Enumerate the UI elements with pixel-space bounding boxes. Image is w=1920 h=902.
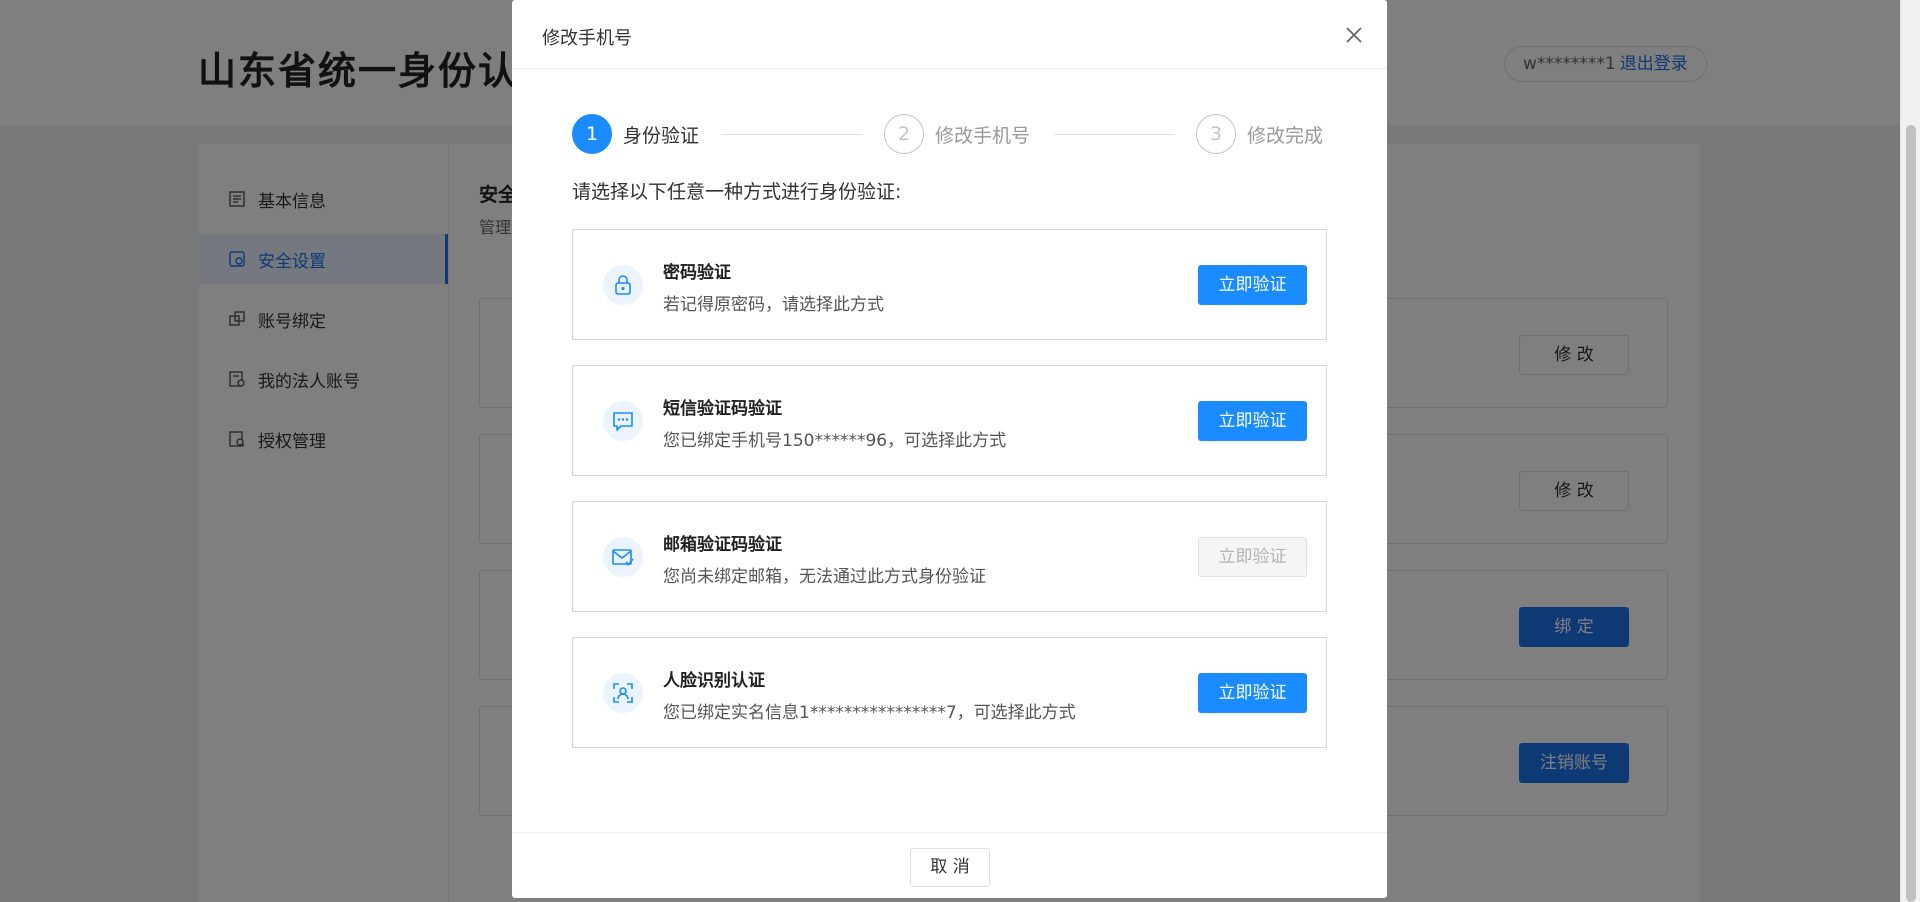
method-description: 您尚未绑定邮箱，无法通过此方式身份验证 — [663, 567, 986, 587]
step-number: 1 — [572, 114, 612, 154]
method-card-email: 邮箱验证码验证 您尚未绑定邮箱，无法通过此方式身份验证 立即验证 — [572, 501, 1327, 612]
step-1: 1 身份验证 — [572, 114, 699, 154]
cancel-button[interactable]: 取 消 — [910, 848, 990, 887]
mail-icon — [603, 537, 643, 577]
method-card-password: 密码验证 若记得原密码，请选择此方式 立即验证 — [572, 229, 1327, 340]
step-label: 身份验证 — [623, 124, 700, 147]
scrollbar-thumb[interactable] — [1906, 125, 1916, 902]
message-icon — [603, 401, 643, 441]
verify-prompt: 请选择以下任意一种方式进行身份验证: — [572, 181, 902, 203]
method-card-face: 人脸识别认证 您已绑定实名信息1****************7，可选择此方式… — [572, 637, 1327, 748]
verify-sms-button[interactable]: 立即验证 — [1198, 401, 1307, 441]
method-description: 若记得原密码，请选择此方式 — [663, 295, 884, 315]
step-number: 2 — [884, 114, 924, 154]
lock-icon — [603, 265, 643, 305]
step-number: 3 — [1196, 114, 1236, 154]
verify-password-button[interactable]: 立即验证 — [1198, 265, 1307, 305]
step-3: 3 修改完成 — [1196, 114, 1323, 154]
verify-face-button[interactable]: 立即验证 — [1198, 673, 1307, 713]
step-label: 修改完成 — [1247, 124, 1324, 147]
page-scrollbar[interactable] — [1900, 0, 1920, 902]
step-connector — [1054, 134, 1174, 135]
face-scan-icon — [603, 673, 643, 713]
modal-header: 修改手机号 — [512, 0, 1387, 69]
step-indicator: 1 身份验证 2 修改手机号 3 修改完成 — [572, 114, 1328, 156]
verify-email-button: 立即验证 — [1198, 537, 1307, 577]
modal-title: 修改手机号 — [542, 28, 632, 49]
method-description: 您已绑定实名信息1****************7，可选择此方式 — [663, 703, 1076, 723]
step-2: 2 修改手机号 — [884, 114, 1030, 154]
method-description: 您已绑定手机号150******96，可选择此方式 — [663, 431, 1007, 451]
method-card-sms: 短信验证码验证 您已绑定手机号150******96，可选择此方式 立即验证 — [572, 365, 1327, 476]
modal-footer: 取 消 — [512, 832, 1387, 898]
change-phone-modal: 修改手机号 1 身份验证 2 修改手机号 3 修改完成 请选择以下任意一种方式进… — [512, 0, 1387, 898]
method-title: 人脸识别认证 — [663, 671, 765, 691]
method-title: 密码验证 — [663, 263, 731, 283]
step-connector — [722, 134, 862, 135]
step-label: 修改手机号 — [935, 124, 1031, 147]
close-icon[interactable] — [1343, 24, 1365, 46]
method-title: 短信验证码验证 — [663, 399, 782, 419]
method-title: 邮箱验证码验证 — [663, 535, 782, 555]
